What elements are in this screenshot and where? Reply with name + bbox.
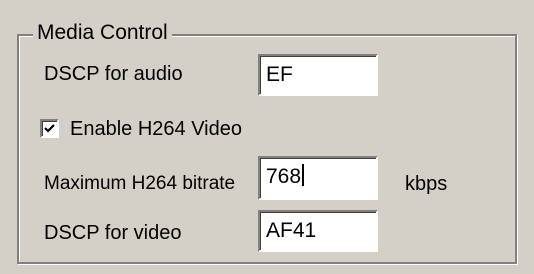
group-title: Media Control — [33, 20, 172, 46]
bitrate-label: Maximum H264 bitrate — [44, 173, 236, 194]
dscp-audio-input[interactable]: EF — [258, 54, 378, 96]
bitrate-unit: kbps — [405, 173, 448, 195]
enable-h264-label: Enable H264 Video — [70, 118, 242, 140]
dscp-audio-value: EF — [266, 63, 293, 86]
dscp-audio-label: DSCP for audio — [44, 63, 183, 85]
bitrate-value: 768 — [266, 165, 302, 188]
dscp-video-label: DSCP for video — [44, 222, 182, 244]
text-caret — [302, 164, 305, 186]
checkmark-icon — [44, 124, 55, 133]
bitrate-input[interactable]: 768 — [258, 156, 378, 200]
dscp-video-input[interactable]: AF41 — [258, 210, 378, 252]
enable-h264-checkbox[interactable] — [40, 119, 59, 138]
dscp-video-value: AF41 — [266, 219, 317, 242]
